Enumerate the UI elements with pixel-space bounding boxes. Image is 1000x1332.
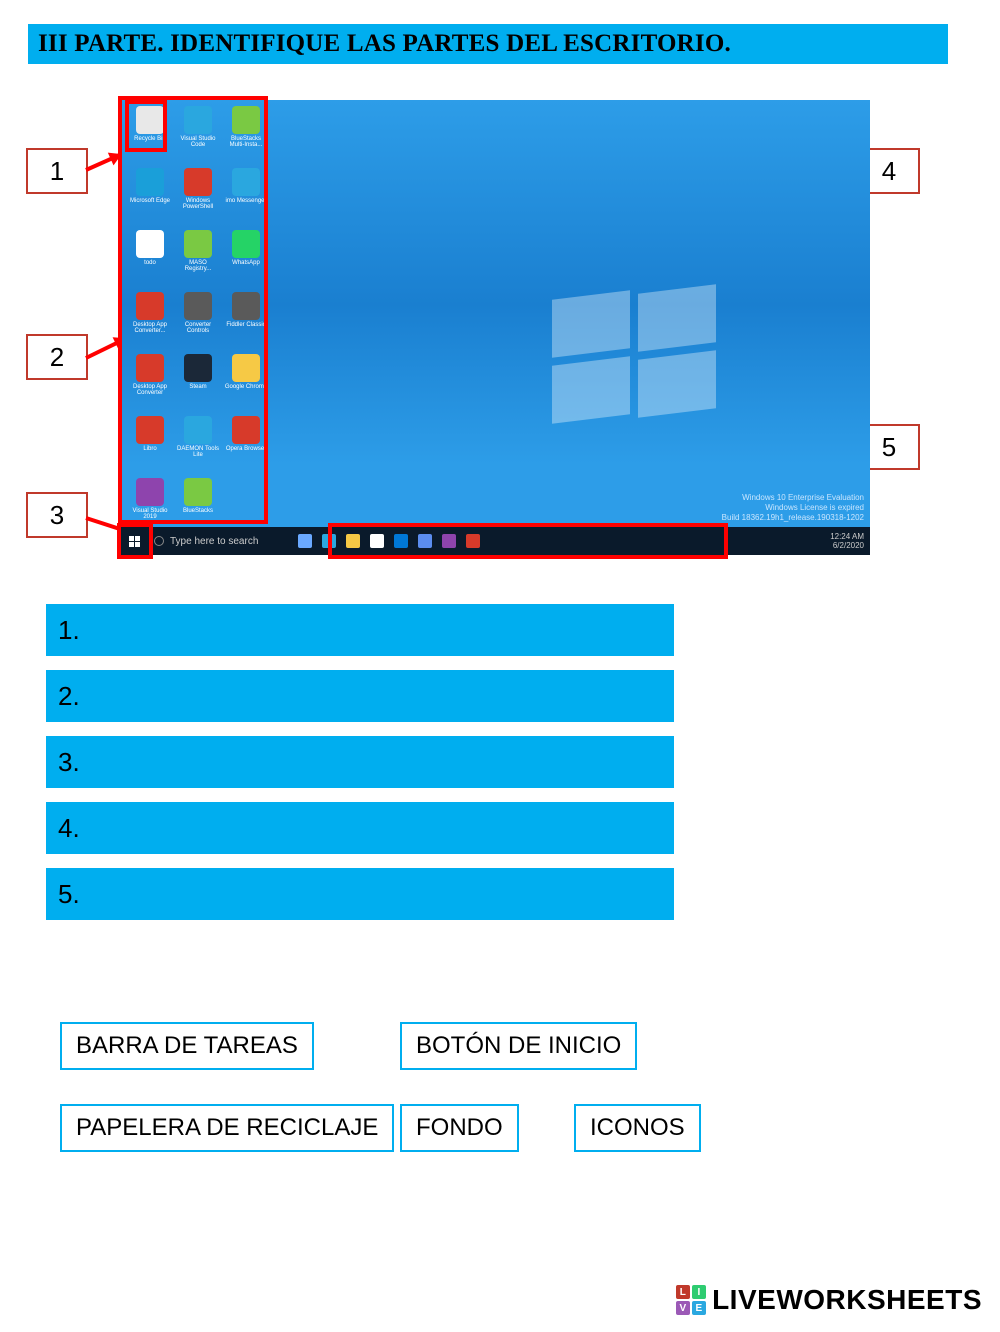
callout-3: 3 [26, 492, 88, 538]
callout-2: 2 [26, 334, 88, 380]
callout-1: 1 [26, 148, 88, 194]
answer-slot-3[interactable]: 3. [46, 736, 674, 788]
system-tray: 12:24 AM 6/2/2020 [830, 533, 864, 551]
brand-icon: LIVE [676, 1285, 706, 1315]
taskbar-icon[interactable] [298, 534, 312, 548]
option-boton-de-inicio[interactable]: BOTÓN DE INICIO [400, 1022, 637, 1070]
answer-slot-5[interactable]: 5. [46, 868, 674, 920]
option-iconos[interactable]: ICONOS [574, 1104, 701, 1152]
option-papelera[interactable]: PAPELERA DE RECICLAJE [60, 1104, 394, 1152]
desktop-screenshot: Recycle BinVisual Studio CodeBlueStacks … [120, 100, 870, 555]
answer-slot-2[interactable]: 2. [46, 670, 674, 722]
search-icon [154, 536, 164, 546]
liveworksheets-logo: LIVE LIVEWORKSHEETS [676, 1284, 982, 1316]
highlight-taskbar [328, 523, 728, 559]
option-fondo[interactable]: FONDO [400, 1104, 519, 1152]
search-placeholder: Type here to search [170, 536, 258, 547]
answer-slot-4[interactable]: 4. [46, 802, 674, 854]
windows-watermark: Windows 10 Enterprise Evaluation Windows… [722, 493, 864, 523]
option-barra-de-tareas[interactable]: BARRA DE TAREAS [60, 1022, 314, 1070]
search-box[interactable]: Type here to search [154, 536, 258, 547]
highlight-recycle-bin [125, 100, 167, 152]
worksheet-title: III PARTE. IDENTIFIQUE LAS PARTES DEL ES… [28, 24, 948, 64]
brand-text: LIVEWORKSHEETS [712, 1284, 982, 1316]
answer-slot-1[interactable]: 1. [46, 604, 674, 656]
highlight-icons [118, 96, 268, 524]
highlight-start-button [117, 523, 153, 559]
windows-logo-icon [552, 295, 717, 420]
